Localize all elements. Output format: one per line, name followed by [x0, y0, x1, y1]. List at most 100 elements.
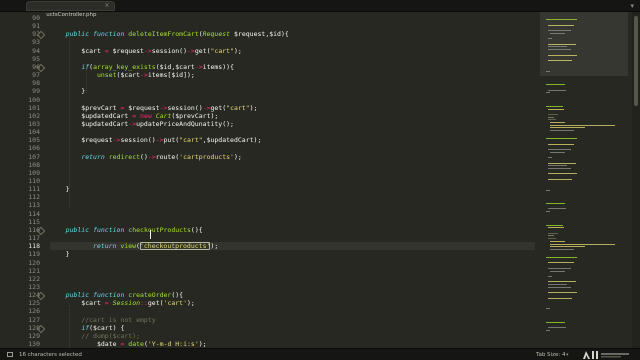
minimap-line [548, 149, 572, 150]
line-number: 93 [32, 38, 40, 47]
code-line[interactable]: $prevCart = $request->session()->get("ca… [50, 104, 257, 112]
line-number: 130 [28, 340, 40, 348]
editor-window: ProductsController.php × ▾ 90 91 92 93 94 95 9… [0, 0, 640, 360]
minimap-line [548, 284, 568, 285]
minimap-line [548, 275, 552, 277]
line-number: 112 [28, 193, 40, 202]
minimap-line [548, 165, 568, 167]
code-line[interactable]: return redirect()->route('cartproducts')… [50, 153, 241, 161]
minimap-line [548, 267, 572, 269]
line-number: 95 [32, 54, 40, 63]
minimap-line [550, 240, 566, 242]
minimap-line [548, 116, 555, 118]
code-line[interactable]: $cart = Session::get('cart'); [50, 299, 195, 307]
minimap-line [546, 70, 550, 72]
minimap-line [550, 151, 566, 153]
minimap-line [548, 143, 574, 145]
line-number: 101 [28, 103, 40, 112]
line-number: 104 [28, 128, 40, 137]
minimap-line [548, 208, 566, 210]
minimap-line [546, 189, 550, 191]
minimap-line [548, 178, 573, 180]
minimap-line [548, 286, 572, 288]
line-number: 113 [28, 201, 40, 210]
line-number: 98 [32, 79, 40, 88]
code-line[interactable]: if($cart) { [50, 324, 124, 332]
line-number: 121 [28, 266, 40, 275]
code-line[interactable]: $updatedCart->updatePriceAndQunatity(); [50, 120, 234, 128]
minimap-line [548, 113, 559, 115]
minimap-line [550, 124, 615, 126]
panel-toggle-icon[interactable] [7, 352, 13, 357]
minimap-line [546, 224, 563, 226]
line-number: 114 [28, 209, 40, 218]
code-line[interactable]: unset($cart->items[$id]); [50, 71, 195, 79]
tab-size-selector[interactable]: Tab Size: 4 [536, 349, 565, 360]
minimap-line [550, 122, 566, 123]
close-icon[interactable]: × [104, 1, 109, 11]
selection-status: 16 characters selected [19, 352, 82, 358]
minimap-line [548, 238, 557, 240]
minimap-line [550, 270, 566, 272]
line-number: 118 [28, 242, 40, 251]
code-line[interactable]: public function createOrder(){ [50, 291, 183, 299]
minimap-line [546, 203, 566, 204]
line-number: 96 [32, 62, 40, 71]
code-line[interactable]: } [50, 250, 70, 258]
minimap-line [548, 89, 566, 91]
minimap[interactable] [540, 12, 628, 348]
vertical-scrollbar[interactable] [632, 12, 640, 348]
minimap-line [548, 162, 577, 164]
minimap-line [548, 327, 566, 329]
tab-menu-icon[interactable]: ▾ [630, 1, 634, 11]
minimap-line [548, 43, 577, 45]
line-number: 124 [28, 291, 40, 300]
line-number: 91 [32, 22, 40, 31]
minimap-line [546, 211, 550, 213]
minimap-line [548, 24, 574, 26]
tab-bar: ProductsController.php × ▾ [0, 0, 640, 18]
tab-products-controller[interactable]: ProductsController.php × [26, 1, 115, 18]
minimap-line [546, 321, 566, 323]
code-line[interactable]: $cart = $request->session()->get("cart")… [50, 47, 242, 55]
line-number: 99 [32, 87, 40, 96]
minimap-line [546, 19, 578, 21]
code-editor[interactable]: public function deleteItemFromCart(Reque… [50, 12, 535, 348]
code-line[interactable]: public function deleteItemFromCart(Reque… [50, 30, 289, 38]
code-line[interactable]: return view('checkoutproducts'); [50, 242, 535, 251]
minimap-line [548, 167, 572, 169]
line-number: 122 [28, 274, 40, 283]
line-number: 102 [28, 111, 40, 120]
code-line[interactable]: } [50, 185, 70, 193]
code-line[interactable]: $request->session()->put("cart",$updated… [50, 136, 261, 144]
status-bar: 16 characters selected Tab Size: 4 ▾ [0, 348, 640, 360]
minimap-line [546, 308, 550, 310]
code-line[interactable]: //cart is not empty [50, 316, 155, 324]
code-line[interactable]: // dump($cart); [50, 332, 140, 340]
line-number: 109 [28, 168, 40, 177]
minimap-line [548, 30, 572, 32]
brand-logo-icon [583, 351, 629, 359]
code-line[interactable]: $updatedCart = new Cart($prevCart); [50, 112, 218, 120]
code-line[interactable]: $date = date('Y-m-d H:i:s'); [50, 340, 207, 348]
line-number: 116 [28, 225, 40, 234]
scrollbar-thumb[interactable] [634, 16, 638, 106]
minimap-line [548, 46, 568, 48]
line-number: 120 [28, 258, 40, 267]
minimap-line [546, 138, 578, 140]
minimap-line [548, 173, 577, 175]
minimap-line [548, 157, 552, 159]
line-number: 126 [28, 307, 40, 316]
line-number: 108 [28, 160, 40, 169]
minimap-line [548, 292, 577, 294]
line-number: 129 [28, 331, 40, 340]
line-number: 97 [32, 71, 40, 80]
minimap-line [548, 119, 557, 121]
code-line[interactable]: public function checkoutProducts(){ [50, 226, 203, 234]
minimap-line [550, 243, 615, 245]
minimap-line [548, 232, 559, 234]
line-number: 110 [28, 177, 40, 185]
code-line[interactable]: } [50, 87, 85, 95]
code-line[interactable]: if(array_key_exists($id,$cart->items)){ [50, 63, 234, 71]
minimap-line [548, 54, 577, 56]
